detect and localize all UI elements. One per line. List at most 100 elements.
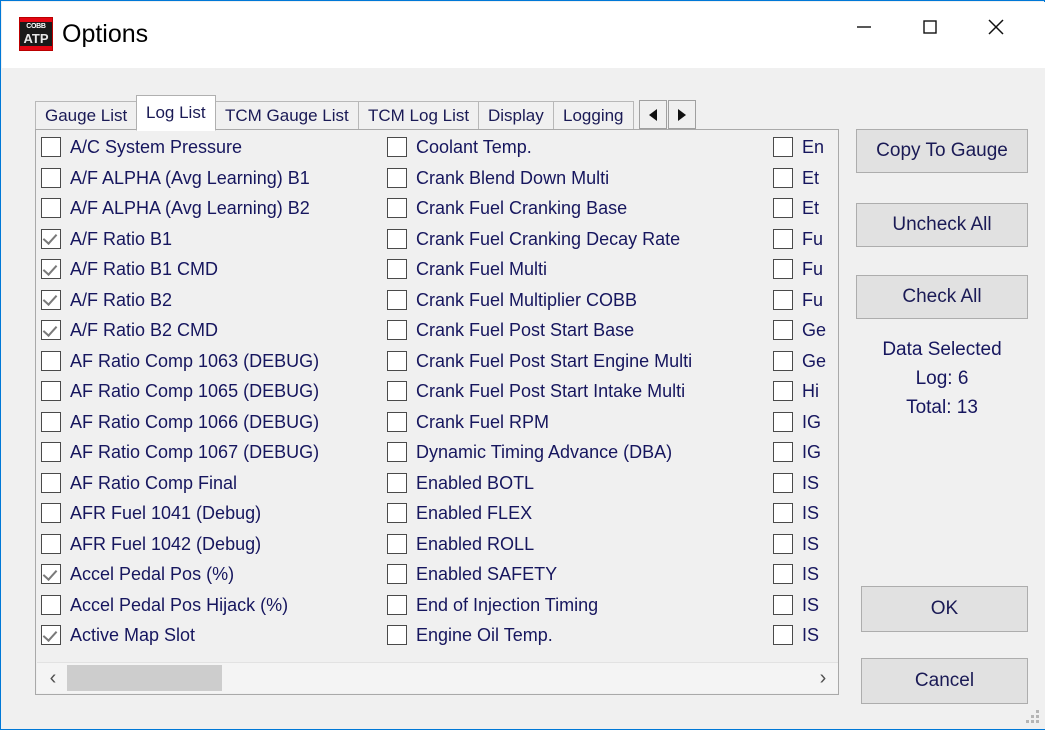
- checkbox-row[interactable]: A/F Ratio B2 CMD: [41, 315, 385, 346]
- checkbox-unchecked[interactable]: [773, 381, 793, 401]
- checkbox-unchecked[interactable]: [773, 412, 793, 432]
- checkbox-row[interactable]: Accel Pedal Pos Hijack (%): [41, 590, 385, 621]
- checkbox-row[interactable]: Fu: [773, 224, 839, 255]
- checkbox-unchecked[interactable]: [41, 351, 61, 371]
- checkbox-unchecked[interactable]: [773, 351, 793, 371]
- checkbox-row[interactable]: A/C System Pressure: [41, 132, 385, 163]
- checkbox-unchecked[interactable]: [387, 290, 407, 310]
- checkbox-unchecked[interactable]: [387, 198, 407, 218]
- checkbox-unchecked[interactable]: [41, 442, 61, 462]
- checkbox-row[interactable]: Fu: [773, 285, 839, 316]
- checkbox-unchecked[interactable]: [773, 534, 793, 554]
- checkbox-row[interactable]: A/F ALPHA (Avg Learning) B2: [41, 193, 385, 224]
- checkbox-row[interactable]: Crank Fuel Multiplier COBB: [387, 285, 771, 316]
- checkbox-unchecked[interactable]: [773, 473, 793, 493]
- checkbox-row[interactable]: Crank Fuel Cranking Base: [387, 193, 771, 224]
- checkbox-unchecked[interactable]: [387, 534, 407, 554]
- checkbox-unchecked[interactable]: [387, 595, 407, 615]
- checkbox-unchecked[interactable]: [773, 503, 793, 523]
- tab-logging[interactable]: Logging: [553, 101, 634, 129]
- ok-button[interactable]: OK: [861, 586, 1028, 632]
- checkbox-row[interactable]: Et: [773, 193, 839, 224]
- checkbox-unchecked[interactable]: [387, 168, 407, 188]
- checkbox-row[interactable]: Engine Oil Temp.: [387, 620, 771, 651]
- checkbox-row[interactable]: Crank Fuel Multi: [387, 254, 771, 285]
- checkbox-unchecked[interactable]: [41, 595, 61, 615]
- scrollbar-track[interactable]: [67, 663, 809, 693]
- checkbox-unchecked[interactable]: [387, 412, 407, 432]
- cancel-button[interactable]: Cancel: [861, 658, 1028, 704]
- checkbox-unchecked[interactable]: [773, 290, 793, 310]
- scrollbar-thumb[interactable]: [67, 665, 222, 691]
- checkbox-row[interactable]: Accel Pedal Pos (%): [41, 559, 385, 590]
- checkbox-unchecked[interactable]: [387, 259, 407, 279]
- checkbox-row[interactable]: Crank Fuel Post Start Base: [387, 315, 771, 346]
- checkbox-unchecked[interactable]: [773, 320, 793, 340]
- checkbox-unchecked[interactable]: [773, 595, 793, 615]
- checkbox-unchecked[interactable]: [387, 320, 407, 340]
- checkbox-row[interactable]: Hi: [773, 376, 839, 407]
- checkbox-unchecked[interactable]: [773, 198, 793, 218]
- checkbox-unchecked[interactable]: [41, 168, 61, 188]
- copy-to-gauge-button[interactable]: Copy To Gauge: [856, 129, 1028, 173]
- checkbox-unchecked[interactable]: [773, 259, 793, 279]
- checkbox-unchecked[interactable]: [41, 503, 61, 523]
- checkbox-row[interactable]: IS: [773, 590, 839, 621]
- checkbox-row[interactable]: IG: [773, 407, 839, 438]
- checkbox-unchecked[interactable]: [773, 564, 793, 584]
- checkbox-row[interactable]: IS: [773, 529, 839, 560]
- tab-tcm-gauge-list[interactable]: TCM Gauge List: [215, 101, 359, 129]
- checkbox-unchecked[interactable]: [773, 442, 793, 462]
- checkbox-unchecked[interactable]: [387, 625, 407, 645]
- checkbox-unchecked[interactable]: [41, 534, 61, 554]
- checkbox-row[interactable]: En: [773, 132, 839, 163]
- tab-display[interactable]: Display: [478, 101, 554, 129]
- checkbox-unchecked[interactable]: [41, 381, 61, 401]
- checkbox-row[interactable]: A/F Ratio B1: [41, 224, 385, 255]
- checkbox-row[interactable]: AF Ratio Comp 1065 (DEBUG): [41, 376, 385, 407]
- checkbox-row[interactable]: IS: [773, 468, 839, 499]
- checkbox-unchecked[interactable]: [773, 137, 793, 157]
- checkbox-row[interactable]: Fu: [773, 254, 839, 285]
- checkbox-row[interactable]: AF Ratio Comp 1063 (DEBUG): [41, 346, 385, 377]
- checkbox-row[interactable]: AFR Fuel 1042 (Debug): [41, 529, 385, 560]
- checkbox-row[interactable]: IS: [773, 559, 839, 590]
- checkbox-unchecked[interactable]: [773, 229, 793, 249]
- checkbox-row[interactable]: IS: [773, 620, 839, 651]
- minimize-button[interactable]: [831, 3, 897, 51]
- checkbox-unchecked[interactable]: [387, 381, 407, 401]
- tab-tcm-log-list[interactable]: TCM Log List: [358, 101, 479, 129]
- resize-grip[interactable]: [1025, 709, 1041, 725]
- checkbox-unchecked[interactable]: [773, 168, 793, 188]
- checkbox-unchecked[interactable]: [41, 412, 61, 432]
- checkbox-unchecked[interactable]: [387, 564, 407, 584]
- checkbox-row[interactable]: IS: [773, 498, 839, 529]
- checkbox-row[interactable]: Coolant Temp.: [387, 132, 771, 163]
- tab-scroll-prev-button[interactable]: [639, 100, 667, 129]
- checkbox-unchecked[interactable]: [773, 625, 793, 645]
- checkbox-row[interactable]: Crank Fuel Post Start Engine Multi: [387, 346, 771, 377]
- checkbox-unchecked[interactable]: [387, 351, 407, 371]
- maximize-button[interactable]: [897, 3, 963, 51]
- tab-log-list[interactable]: Log List: [136, 95, 216, 131]
- checkbox-row[interactable]: Crank Fuel RPM: [387, 407, 771, 438]
- checkbox-checked[interactable]: [41, 320, 61, 340]
- tab-gauge-list[interactable]: Gauge List: [35, 101, 137, 129]
- checkbox-unchecked[interactable]: [387, 137, 407, 157]
- checkbox-row[interactable]: Enabled SAFETY: [387, 559, 771, 590]
- checkbox-row[interactable]: End of Injection Timing: [387, 590, 771, 621]
- checkbox-row[interactable]: AF Ratio Comp Final: [41, 468, 385, 499]
- checkbox-unchecked[interactable]: [387, 229, 407, 249]
- scroll-left-button[interactable]: ‹: [39, 663, 67, 693]
- checkbox-row[interactable]: Ge: [773, 346, 839, 377]
- checkbox-row[interactable]: Active Map Slot: [41, 620, 385, 651]
- scroll-right-button[interactable]: ›: [809, 663, 837, 693]
- checkbox-row[interactable]: AF Ratio Comp 1066 (DEBUG): [41, 407, 385, 438]
- checkbox-row[interactable]: Enabled ROLL: [387, 529, 771, 560]
- checkbox-row[interactable]: A/F Ratio B1 CMD: [41, 254, 385, 285]
- checkbox-row[interactable]: Crank Blend Down Multi: [387, 163, 771, 194]
- checkbox-row[interactable]: Crank Fuel Cranking Decay Rate: [387, 224, 771, 255]
- checkbox-row[interactable]: A/F ALPHA (Avg Learning) B1: [41, 163, 385, 194]
- checkbox-unchecked[interactable]: [41, 198, 61, 218]
- checkbox-row[interactable]: AFR Fuel 1041 (Debug): [41, 498, 385, 529]
